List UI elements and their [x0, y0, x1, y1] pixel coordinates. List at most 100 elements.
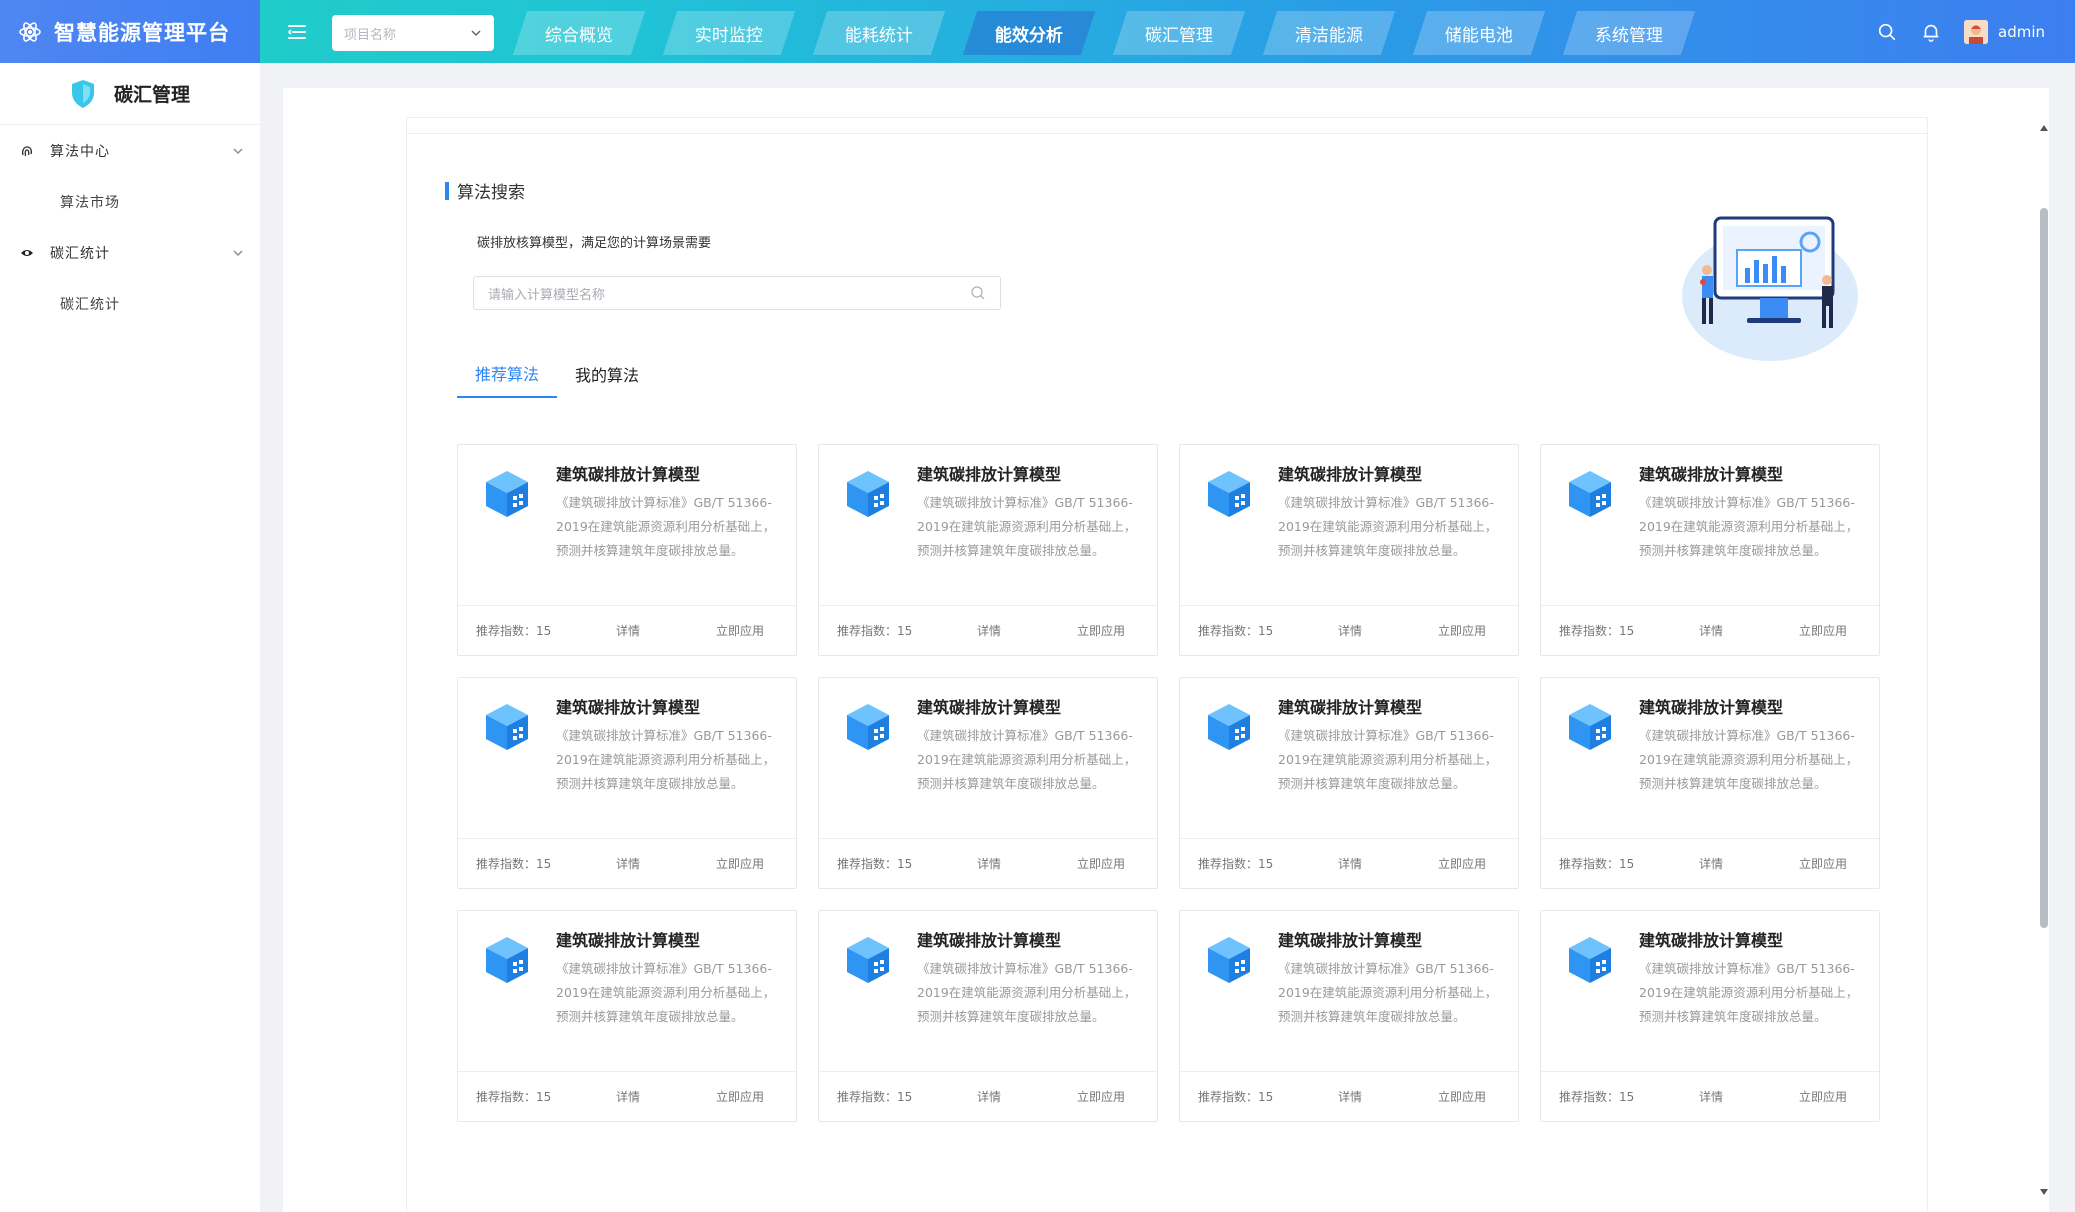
- tab-recommended[interactable]: 推荐算法: [457, 350, 558, 398]
- apply-now-link[interactable]: 立即应用: [1077, 622, 1125, 639]
- card-description: 《建筑碳排放计算标准》GB/T 51366-2019在建筑能源资源利用分析基础上…: [1639, 495, 1859, 558]
- detail-link[interactable]: 详情: [977, 855, 1077, 872]
- algorithm-card[interactable]: 建筑碳排放计算模型 《建筑碳排放计算标准》GB/T 51366-2019在建筑能源…: [1179, 910, 1519, 1122]
- apply-now-link[interactable]: 立即应用: [1077, 855, 1125, 872]
- sidebar-item-carbon-stats[interactable]: 碳汇统计: [0, 279, 260, 329]
- card-description: 《建筑碳排放计算标准》GB/T 51366-2019在建筑能源资源利用分析基础上…: [556, 728, 776, 791]
- algorithm-card[interactable]: 建筑碳排放计算模型 《建筑碳排放计算标准》GB/T 51366-2019在建筑能源…: [457, 910, 797, 1122]
- search-icon[interactable]: [970, 285, 986, 301]
- detail-link[interactable]: 详情: [1338, 1088, 1438, 1105]
- vertical-scrollbar[interactable]: [2038, 120, 2050, 1200]
- recommend-score: 推荐指数：15: [476, 624, 552, 638]
- apply-now-link[interactable]: 立即应用: [1438, 855, 1486, 872]
- nav-tab-carbon[interactable]: 碳汇管理: [1112, 11, 1246, 55]
- cube-model-icon: [1208, 704, 1250, 750]
- scroll-down-icon[interactable]: [2040, 1188, 2048, 1196]
- algorithm-card[interactable]: 建筑碳排放计算模型《建筑碳排放计算标准》GB/T 51366-2019在建筑能源…: [1540, 444, 1880, 656]
- card-description: 《建筑碳排放计算标准》GB/T 51366-2019在建筑能源资源利用分析基础上…: [917, 495, 1137, 558]
- search-icon[interactable]: [1876, 21, 1898, 43]
- detail-link[interactable]: 详情: [616, 622, 716, 639]
- card-title: 建筑碳排放计算模型: [556, 698, 701, 717]
- apply-now-link[interactable]: 立即应用: [1799, 1088, 1847, 1105]
- card-footer: 推荐指数：15 详情 立即应用: [458, 605, 796, 655]
- detail-link[interactable]: 详情: [616, 855, 716, 872]
- algorithm-card[interactable]: 建筑碳排放计算模型《建筑碳排放计算标准》GB/T 51366-2019在建筑能源…: [457, 677, 797, 889]
- sidebar-item-algorithm-market[interactable]: 算法市场: [0, 177, 260, 227]
- bell-icon[interactable]: [1920, 21, 1942, 43]
- data-analysis-illustration: [1682, 216, 1858, 361]
- project-select[interactable]: 项目名称: [332, 15, 494, 51]
- recommend-score: 推荐指数：15: [476, 857, 552, 871]
- app-title: 智慧能源管理平台: [54, 20, 230, 45]
- detail-link[interactable]: 详情: [616, 1088, 716, 1105]
- algorithm-card[interactable]: 建筑碳排放计算模型《建筑碳排放计算标准》GB/T 51366-2019在建筑能源…: [1179, 677, 1519, 889]
- recommend-score: 推荐指数：15: [476, 1090, 552, 1104]
- apply-now-link[interactable]: 立即应用: [716, 855, 764, 872]
- algorithm-card[interactable]: 建筑碳排放计算模型《建筑碳排放计算标准》GB/T 51366-2019在建筑能源…: [1540, 677, 1880, 889]
- apply-now-link[interactable]: 立即应用: [716, 622, 764, 639]
- card-title: 建筑碳排放计算模型: [917, 931, 1062, 950]
- cube-model-icon: [847, 471, 889, 517]
- sidebar-group-carbon-stats[interactable]: 碳汇统计: [0, 227, 260, 279]
- cube-model-icon: [1208, 937, 1250, 983]
- nav-tab-storage[interactable]: 储能电池: [1412, 11, 1546, 55]
- detail-link[interactable]: 详情: [1338, 855, 1438, 872]
- section-title-text: 算法搜索: [457, 183, 525, 203]
- nav-tab-monitor[interactable]: 实时监控: [662, 11, 796, 55]
- detail-link[interactable]: 详情: [1699, 622, 1799, 639]
- detail-link[interactable]: 详情: [1699, 855, 1799, 872]
- algorithm-card[interactable]: 建筑碳排放计算模型 《建筑碳排放计算标准》GB/T 51366-2019在建筑能源…: [818, 910, 1158, 1122]
- algorithm-card[interactable]: 建筑碳排放计算模型 《建筑碳排放计算标准》GB/T 51366-2019在建筑能源…: [1179, 444, 1519, 656]
- card-title: 建筑碳排放计算模型: [1639, 698, 1784, 717]
- nav-tab-clean-energy[interactable]: 清洁能源: [1262, 11, 1396, 55]
- algorithm-card[interactable]: 建筑碳排放计算模型 《建筑碳排放计算标准》GB/T 51366-2019在建筑能源…: [818, 444, 1158, 656]
- sidebar-group-label: 碳汇统计: [50, 246, 110, 262]
- search-placeholder: 请输入计算模型名称: [488, 287, 606, 303]
- nav-tab-system[interactable]: 系统管理: [1562, 11, 1696, 55]
- detail-link[interactable]: 详情: [977, 1088, 1077, 1105]
- algorithm-card[interactable]: 建筑碳排放计算模型 《建筑碳排放计算标准》GB/T 51366-2019在建筑能源…: [818, 677, 1158, 889]
- apply-now-link[interactable]: 立即应用: [1438, 622, 1486, 639]
- user-menu[interactable]: admin: [1964, 19, 2045, 44]
- card-footer: 推荐指数：15 详情 立即应用: [458, 1071, 796, 1121]
- cube-model-icon: [486, 937, 528, 983]
- recommend-score: 推荐指数：15: [1198, 624, 1274, 638]
- shield-icon: [71, 79, 94, 108]
- nav-tab-consumption[interactable]: 能耗统计: [812, 11, 946, 55]
- detail-link[interactable]: 详情: [1338, 622, 1438, 639]
- scroll-up-icon[interactable]: [2040, 124, 2048, 132]
- nav-tab-overview[interactable]: 综合概览: [512, 11, 646, 55]
- cube-model-icon: [847, 937, 889, 983]
- nav-tab-efficiency[interactable]: 能效分析: [962, 11, 1096, 55]
- card-title: 建筑碳排放计算模型: [917, 698, 1062, 717]
- section-description: 碳排放核算模型，满足您的计算场景需要: [477, 236, 712, 251]
- algorithm-card[interactable]: 建筑碳排放计算模型 《建筑碳排放计算标准》GB/T 51366-2019在建筑能源…: [457, 444, 797, 656]
- recommend-score: 推荐指数：15: [1559, 1090, 1635, 1104]
- apply-now-link[interactable]: 立即应用: [1799, 855, 1847, 872]
- detail-link[interactable]: 详情: [977, 622, 1077, 639]
- card-description: 《建筑碳排放计算标准》GB/T 51366-2019在建筑能源资源利用分析基础上…: [1278, 495, 1498, 558]
- sidebar-group-algorithm-center[interactable]: 算法中心: [0, 125, 260, 177]
- card-title: 建筑碳排放计算模型: [1639, 465, 1784, 484]
- card-footer: 推荐指数：15 详情 立即应用: [1180, 1071, 1518, 1121]
- apply-now-link[interactable]: 立即应用: [1799, 622, 1847, 639]
- menu-toggle-icon[interactable]: [285, 20, 309, 44]
- chevron-down-icon: [233, 148, 243, 154]
- apply-now-link[interactable]: 立即应用: [1077, 1088, 1125, 1105]
- algorithm-card[interactable]: 建筑碳排放计算模型 《建筑碳排放计算标准》GB/T 51366-2019在建筑能源…: [1540, 910, 1880, 1122]
- eye-icon: [21, 250, 33, 256]
- card-description: 《建筑碳排放计算标准》GB/T 51366-2019在建筑能源资源利用分析基础上…: [1278, 728, 1498, 791]
- scrollbar-thumb[interactable]: [2040, 208, 2048, 928]
- card-title: 建筑碳排放计算模型: [1639, 931, 1784, 950]
- cube-model-icon: [1569, 937, 1611, 983]
- model-search-input[interactable]: 请输入计算模型名称: [473, 276, 1001, 310]
- card-footer: 推荐指数：15 详情 立即应用: [1541, 838, 1879, 888]
- apply-now-link[interactable]: 立即应用: [1438, 1088, 1486, 1105]
- tab-my-algorithms[interactable]: 我的算法: [557, 350, 657, 398]
- title-accent-bar: [445, 181, 449, 200]
- apply-now-link[interactable]: 立即应用: [716, 1088, 764, 1105]
- card-description: 《建筑碳排放计算标准》GB/T 51366-2019在建筑能源资源利用分析基础上…: [1639, 728, 1859, 791]
- card-title: 建筑碳排放计算模型: [1278, 698, 1423, 717]
- card-title: 建筑碳排放计算模型: [556, 465, 701, 484]
- detail-link[interactable]: 详情: [1699, 1088, 1799, 1105]
